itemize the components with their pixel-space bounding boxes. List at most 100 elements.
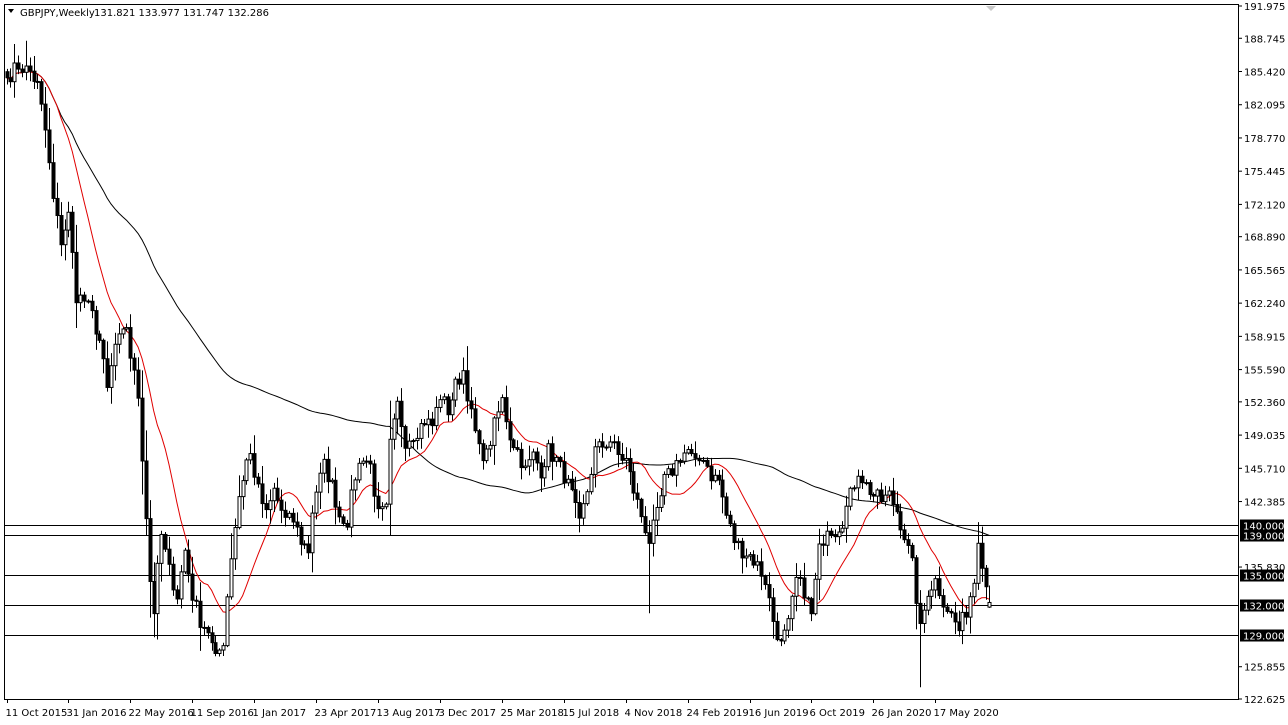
candle-body-up xyxy=(117,333,122,345)
candle-body-down xyxy=(256,476,261,485)
candle-body-down xyxy=(35,80,40,83)
candle-body-down xyxy=(171,563,176,591)
candle-body-up xyxy=(364,460,369,463)
candle-body-down xyxy=(186,549,191,575)
candle-body-up xyxy=(527,459,532,467)
candle-body-up xyxy=(554,456,559,462)
candle-body-up xyxy=(883,494,888,503)
candle-body-up xyxy=(585,491,590,505)
level-label-135.000: 135.000 xyxy=(1243,572,1284,583)
candle-body-down xyxy=(980,542,985,569)
candle-body-down xyxy=(949,610,954,614)
x-tick-label: 1 Jan 2017 xyxy=(253,708,307,719)
candle-body-down xyxy=(47,129,52,164)
candle-body-up xyxy=(24,65,29,73)
candle-body-down xyxy=(399,400,404,428)
candle-body-up xyxy=(349,489,354,528)
candle-body-up xyxy=(651,519,656,544)
candle-body-up xyxy=(12,62,17,83)
candle-body-down xyxy=(937,578,942,597)
candle-body-up xyxy=(450,399,455,416)
candle-body-down xyxy=(941,595,946,608)
candle-body-up xyxy=(109,365,114,388)
candle-body-up xyxy=(976,542,981,584)
candle-body-up xyxy=(701,459,706,462)
candle-body-down xyxy=(891,490,896,506)
x-tick-label: 17 May 2020 xyxy=(934,708,999,719)
y-tick-label: 142.385 xyxy=(1244,498,1285,509)
candle-body-down xyxy=(465,370,470,402)
candle-body-down xyxy=(175,589,180,600)
candle-body-up xyxy=(113,343,118,367)
candle-body-down xyxy=(74,251,79,304)
candle-body-down xyxy=(906,539,911,546)
candle-body-down xyxy=(759,561,764,577)
candle-body-down xyxy=(101,339,106,360)
candle-body-up xyxy=(287,512,292,518)
candle-body-down xyxy=(573,489,578,504)
candle-body-down xyxy=(620,453,625,461)
candle-body-up xyxy=(78,294,83,304)
chart-header[interactable]: GBPJPY,Weekly 131.821 133.977 131.747 13… xyxy=(8,8,269,19)
gbpjpy-weekly-chart[interactable]: 191.975 188.745 185.420 182.095 178.770 175.4… xyxy=(0,0,1288,725)
candle-body-down xyxy=(910,544,915,559)
candle-body-down xyxy=(43,103,48,131)
candle-body-up xyxy=(237,496,242,529)
candle-body-up xyxy=(840,527,845,533)
candle-body-down xyxy=(964,611,969,618)
candle-body-up xyxy=(782,629,787,642)
candle-body-down xyxy=(8,77,13,83)
candle-body-down xyxy=(902,529,907,541)
candle-body-down xyxy=(751,554,756,566)
candle-body-down xyxy=(430,418,435,427)
candle-body-up xyxy=(531,451,536,461)
y-tick-label: 149.035 xyxy=(1244,431,1285,442)
candle-body-down xyxy=(798,576,803,579)
candle-body-down xyxy=(132,357,137,371)
candle-body-up xyxy=(744,555,749,559)
candle-body-up xyxy=(179,571,184,600)
candle-body-up xyxy=(159,533,164,564)
candle-body-down xyxy=(670,468,675,476)
candle-body-up xyxy=(357,462,362,481)
candle-body-down xyxy=(469,400,474,410)
candle-body-up xyxy=(817,543,822,580)
candle-body-up xyxy=(659,495,664,508)
chart-canvas[interactable]: 191.975 188.745 185.420 182.095 178.770 175.4… xyxy=(0,0,1288,725)
candle-body-down xyxy=(821,543,826,546)
candle-body-up xyxy=(244,459,249,482)
candle-body-down xyxy=(275,487,280,501)
candle-body-down xyxy=(422,423,427,426)
candle-body-up xyxy=(411,440,416,443)
candle-body-up xyxy=(755,561,760,566)
candle-body-up xyxy=(318,472,323,493)
candle-body-up xyxy=(155,562,160,615)
candle-body-down xyxy=(105,358,110,388)
candle-body-down xyxy=(984,567,989,588)
candle-body-up xyxy=(426,418,431,426)
candle-body-up xyxy=(241,480,246,498)
candle-body-down xyxy=(446,396,451,416)
candle-body-down xyxy=(345,522,350,528)
candle-body-down xyxy=(868,482,873,496)
candle-body-down xyxy=(508,421,513,441)
candle-body-down xyxy=(577,502,582,519)
candle-body-up xyxy=(492,417,497,446)
y-tick-label: 178.770 xyxy=(1244,134,1285,145)
candle-body-up xyxy=(825,530,830,546)
candle-body-up xyxy=(794,576,799,597)
candle-body-down xyxy=(697,457,702,462)
candle-body-down xyxy=(326,458,331,483)
candle-body-up xyxy=(217,649,222,654)
candle-body-down xyxy=(504,397,509,423)
candle-body-up xyxy=(736,540,741,544)
candle-body-down xyxy=(898,511,903,531)
candle-body-up xyxy=(922,609,927,624)
candle-body-up xyxy=(442,396,447,401)
candle-body-up xyxy=(453,378,458,401)
candle-body-down xyxy=(70,211,75,253)
candle-body-down xyxy=(140,397,145,462)
ohlc-values: 131.821 133.977 131.747 132.286 xyxy=(94,8,269,19)
candle-body-down xyxy=(771,597,776,622)
candle-body-up xyxy=(674,460,679,476)
